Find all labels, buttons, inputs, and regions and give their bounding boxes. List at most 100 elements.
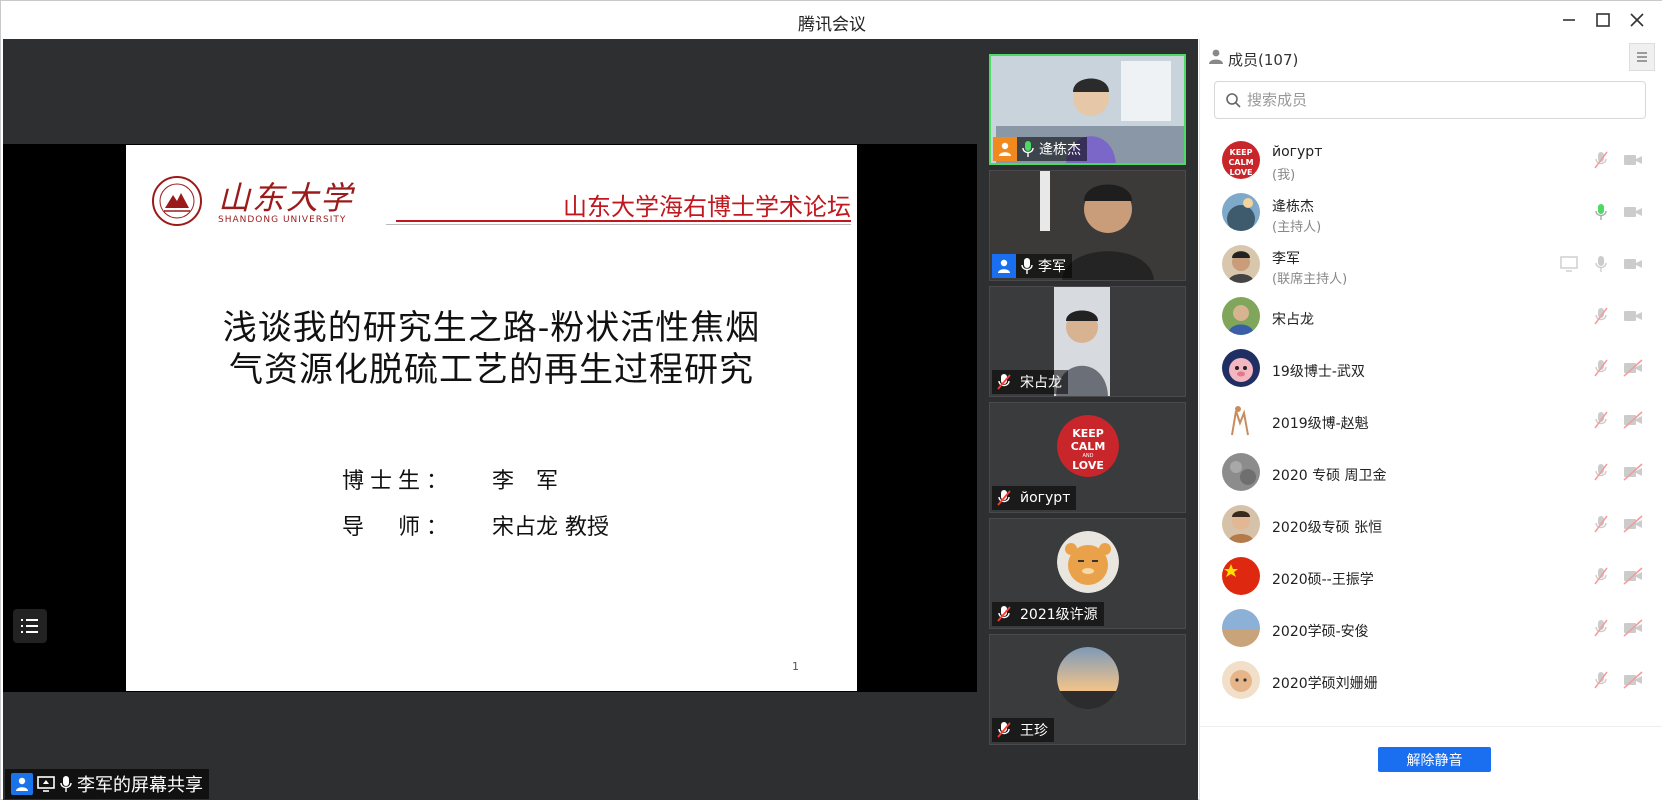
member-avatar	[1222, 193, 1260, 231]
microphone-muted-icon[interactable]	[1591, 411, 1611, 429]
member-search-input[interactable]	[1247, 91, 1627, 109]
screen-share-icon	[37, 776, 55, 792]
svg-text:CALM: CALM	[1071, 440, 1106, 453]
camera-icon[interactable]	[1623, 255, 1643, 273]
microphone-muted-icon[interactable]	[1591, 307, 1611, 325]
member-name: 2019级博-赵魁	[1272, 416, 1369, 432]
microphone-muted-icon[interactable]	[1591, 671, 1611, 689]
microphone-muted-icon[interactable]	[1591, 567, 1611, 585]
host-user-icon	[993, 137, 1017, 161]
video-participant-name: 2021级许源	[1020, 607, 1098, 623]
list-icon	[21, 619, 38, 633]
member-status	[1591, 567, 1643, 585]
panel-menu-button[interactable]	[1629, 43, 1655, 71]
member-status	[1559, 255, 1643, 273]
minimize-icon[interactable]	[1558, 9, 1580, 31]
microphone-active-icon[interactable]	[1591, 203, 1611, 221]
camera-off-icon[interactable]	[1623, 619, 1643, 637]
list-item[interactable]: KEEP CALM LOVE йогурт (我)	[1200, 135, 1662, 187]
microphone-muted-icon[interactable]	[1591, 515, 1611, 533]
list-item[interactable]: 2020学硕刘姗姗	[1200, 655, 1662, 707]
member-list: KEEP CALM LOVE йогурт (我) 逄栋杰 (主持人) 李军 (…	[1200, 131, 1662, 716]
svg-text:LOVE: LOVE	[1229, 168, 1252, 177]
camera-off-icon[interactable]	[1623, 411, 1643, 429]
camera-icon[interactable]	[1623, 203, 1643, 221]
phd-row: 博士生： 李 军	[342, 463, 558, 495]
slide-page-number: 1	[792, 660, 799, 673]
list-item[interactable]: 2019级博-赵魁	[1200, 395, 1662, 447]
member-avatar: KEEPCALMLOVE	[1222, 141, 1260, 179]
camera-off-icon[interactable]	[1623, 515, 1643, 533]
member-avatar	[1222, 401, 1260, 439]
list-item[interactable]: 2020 专硕 周卫金	[1200, 447, 1662, 499]
list-item[interactable]: 李军 (联席主持人)	[1200, 239, 1662, 291]
video-tile[interactable]: 逄栋杰	[989, 54, 1186, 165]
list-item[interactable]: 2020学硕-安俊	[1200, 603, 1662, 655]
member-status	[1591, 515, 1643, 533]
member-name: 2020学硕-安俊	[1272, 624, 1369, 640]
video-strip: 逄栋杰 李军 宋占龙 KEEP CALM AND LOVE йогурт 202…	[977, 39, 1198, 800]
microphone-muted-icon[interactable]	[1591, 619, 1611, 637]
microphone-muted-icon	[992, 486, 1016, 510]
camera-off-icon[interactable]	[1623, 463, 1643, 481]
microphone-icon[interactable]	[1591, 255, 1611, 273]
microphone-muted-icon[interactable]	[1591, 359, 1611, 377]
camera-off-icon[interactable]	[1623, 359, 1643, 377]
user-icon	[11, 773, 33, 795]
microphone-muted-icon[interactable]	[1591, 463, 1611, 481]
video-nametag: йогурт	[992, 486, 1077, 510]
member-avatar	[1222, 557, 1260, 595]
university-seal-logo	[152, 176, 202, 226]
microphone-muted-icon[interactable]	[1591, 151, 1611, 169]
video-tile[interactable]: 王珍	[989, 634, 1186, 745]
cartoon-avatar	[1057, 531, 1119, 593]
member-status	[1591, 307, 1643, 325]
camera-off-icon[interactable]	[1623, 567, 1643, 585]
member-name: 2020级专硕 张恒	[1272, 520, 1383, 536]
member-name: 逄栋杰	[1272, 199, 1314, 215]
maximize-icon[interactable]	[1592, 9, 1614, 31]
unmute-button[interactable]: 解除静音	[1378, 747, 1491, 772]
member-status	[1591, 151, 1643, 169]
list-item[interactable]: 宋占龙	[1200, 291, 1662, 343]
advisor-label: 导 师：	[342, 515, 455, 540]
list-item[interactable]: 2020级专硕 张恒	[1200, 499, 1662, 551]
title-bar: 腾讯会议	[1, 1, 1662, 39]
video-nametag: 逄栋杰	[993, 137, 1087, 161]
member-avatar	[1222, 297, 1260, 335]
list-item[interactable]: 2020硕--王振学	[1200, 551, 1662, 603]
header-divider-thin	[386, 224, 851, 225]
list-item[interactable]: 逄栋杰 (主持人)	[1200, 187, 1662, 239]
video-nametag: 2021级许源	[992, 602, 1104, 626]
close-icon[interactable]	[1626, 9, 1648, 31]
camera-icon[interactable]	[1623, 151, 1643, 169]
list-menu-button[interactable]	[13, 609, 47, 643]
advisor-value: 宋占龙 教授	[492, 515, 609, 540]
member-search[interactable]	[1214, 81, 1646, 119]
hamburger-icon	[1637, 52, 1647, 62]
member-name: 2020学硕刘姗姗	[1272, 676, 1378, 692]
members-count-title: 成员(107)	[1228, 51, 1299, 69]
video-tile[interactable]: KEEP CALM AND LOVE йогурт	[989, 402, 1186, 513]
camera-icon[interactable]	[1623, 307, 1643, 325]
video-tile[interactable]: 李军	[989, 170, 1186, 281]
header-divider	[396, 220, 851, 222]
microphone-muted-icon	[992, 602, 1016, 626]
keep-calm-avatar: KEEP CALM AND LOVE	[1057, 415, 1119, 477]
member-name: йогурт	[1272, 144, 1323, 160]
member-status	[1591, 203, 1643, 221]
university-name-en: SHANDONG UNIVERSITY	[218, 215, 347, 225]
camera-off-icon[interactable]	[1623, 671, 1643, 689]
video-tile[interactable]: 2021级许源	[989, 518, 1186, 629]
member-role: (联席主持人)	[1272, 272, 1348, 287]
video-nametag: 王珍	[992, 718, 1054, 742]
list-item[interactable]: 19级博士-武双	[1200, 343, 1662, 395]
video-tile[interactable]: 宋占龙	[989, 286, 1186, 397]
member-avatar	[1222, 453, 1260, 491]
members-panel: 成员(107) KEEPCALMLOVE йогурт (我) 逄栋杰	[1199, 39, 1662, 800]
slide-title-line2: 气资源化脱硫工艺的再生过程研究	[229, 350, 754, 390]
members-panel-footer: 解除静音	[1200, 726, 1662, 800]
sunset-avatar	[1057, 647, 1119, 709]
screen-share-icon[interactable]	[1559, 255, 1579, 273]
phd-value: 李 军	[492, 469, 559, 494]
